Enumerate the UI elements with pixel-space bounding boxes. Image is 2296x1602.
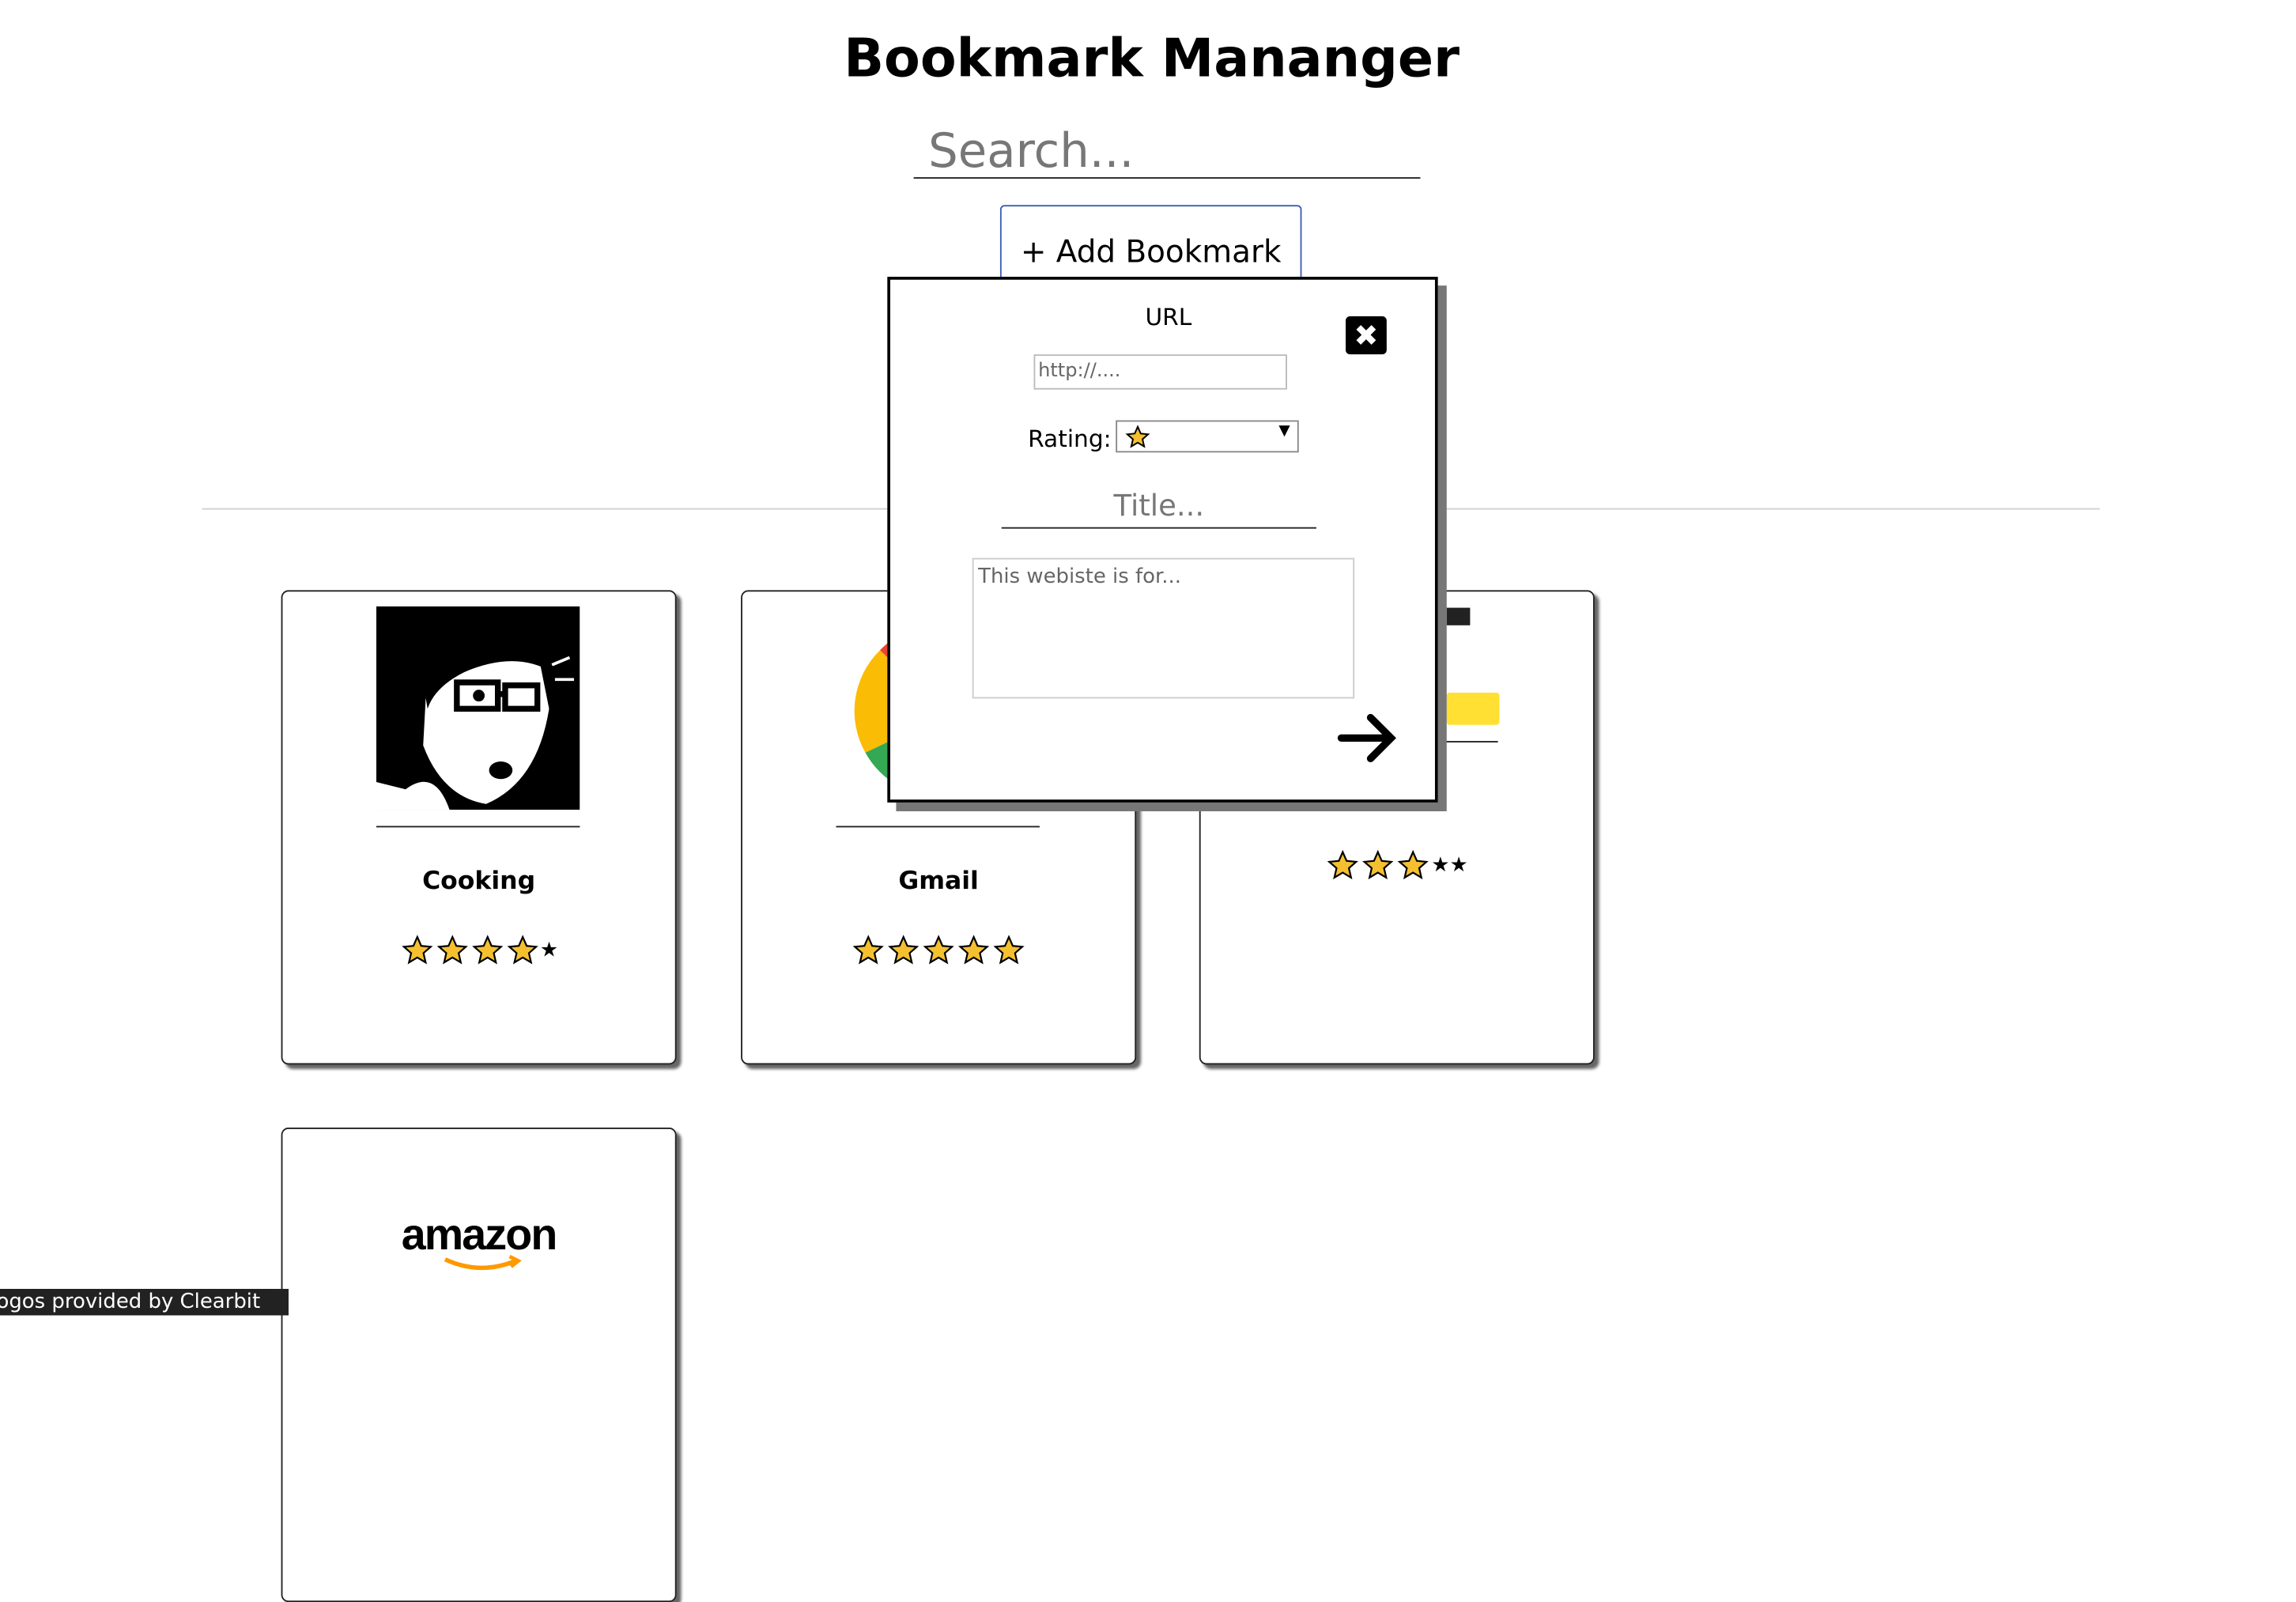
search-input[interactable]: Search... xyxy=(913,120,1421,179)
bookmark-card-amazon[interactable]: amazon xyxy=(281,1128,677,1602)
star-icon xyxy=(1361,849,1395,882)
close-icon[interactable]: ✖ xyxy=(1345,316,1387,355)
card-rule xyxy=(1442,741,1498,742)
amazon-logo: amazon xyxy=(401,1211,558,1260)
logo-credit: Logos provided by Clearbit xyxy=(0,1288,289,1316)
star-icon xyxy=(991,935,1026,967)
star-icon xyxy=(1326,849,1361,882)
rating-stars xyxy=(742,935,1135,967)
description-textarea[interactable]: This webiste is for... xyxy=(972,557,1355,699)
rating-label: Rating: xyxy=(1028,425,1112,453)
chevron-down-icon: ▼ xyxy=(1278,423,1290,440)
star-icon xyxy=(470,935,504,967)
rating-stars: ★ xyxy=(282,935,674,967)
title-input[interactable]: Title... xyxy=(1001,483,1316,529)
star-icon xyxy=(1396,849,1431,882)
star-icon xyxy=(504,935,539,967)
amazon-smile-icon xyxy=(444,1255,522,1271)
add-bookmark-modal: URL ✖ http://.... Rating: ▼ Title... Thi… xyxy=(887,277,1438,803)
comic-avatar-logo xyxy=(376,606,580,810)
card-rule xyxy=(836,826,1040,828)
star-icon xyxy=(399,935,434,967)
rating-stars: ★ ★ xyxy=(1201,849,1593,882)
star-empty-icon: ★ xyxy=(1449,853,1468,878)
bookmark-title: Gmail xyxy=(898,867,979,897)
star-icon xyxy=(956,935,991,967)
bookmark-card-cooking[interactable]: Cooking ★ xyxy=(281,590,677,1065)
star-icon xyxy=(886,935,920,967)
star-icon xyxy=(1125,425,1150,448)
url-input[interactable]: http://.... xyxy=(1033,354,1287,390)
bookmark-title: Cooking xyxy=(422,867,536,897)
add-bookmark-button[interactable]: + Add Bookmark xyxy=(999,205,1302,281)
star-empty-icon: ★ xyxy=(539,939,559,962)
star-icon xyxy=(435,935,470,967)
tag-logo-fragment xyxy=(1446,692,1500,725)
card-rule xyxy=(376,826,580,828)
arrow-right-icon[interactable] xyxy=(1335,706,1399,770)
rating-select[interactable]: ▼ xyxy=(1116,420,1299,453)
star-empty-icon: ★ xyxy=(1431,853,1450,878)
star-icon xyxy=(851,935,886,967)
page-title: Bookmark Mananger xyxy=(844,29,1460,89)
star-icon xyxy=(921,935,956,967)
logo-fragment xyxy=(1446,607,1471,625)
